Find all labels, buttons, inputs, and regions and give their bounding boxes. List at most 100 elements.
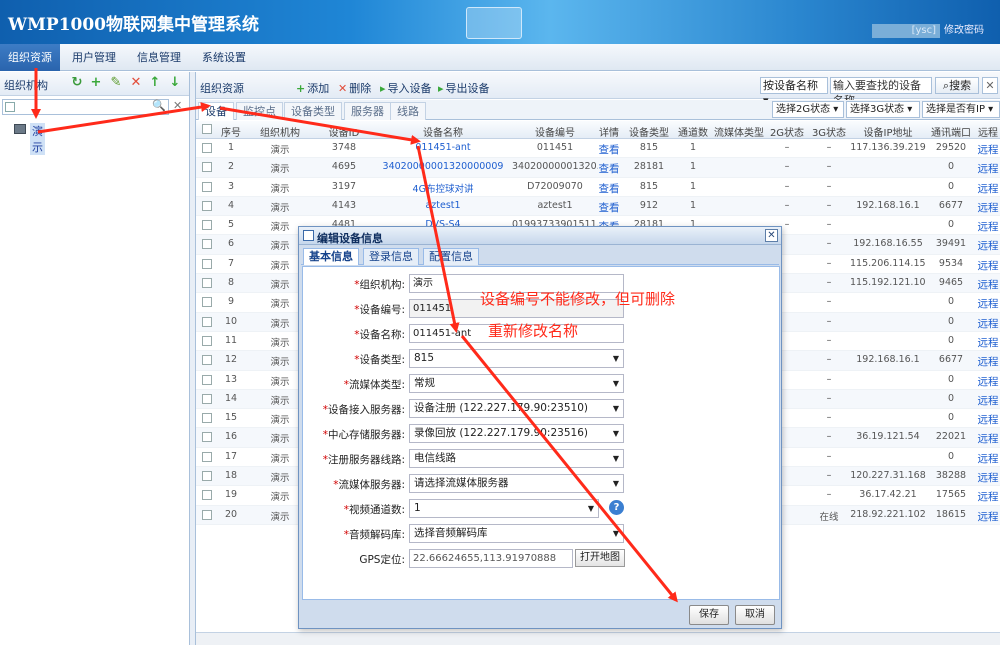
row-checkbox[interactable] xyxy=(202,432,212,443)
column-header[interactable]: 序号 xyxy=(218,124,244,139)
move-up-icon[interactable]: ↑ xyxy=(148,76,162,90)
add-device-button[interactable]: + 添加 xyxy=(296,80,329,96)
change-password-link[interactable]: 修改密码 xyxy=(944,24,984,38)
close-icon[interactable]: ✕ xyxy=(765,229,778,242)
move-down-icon[interactable]: ↓ xyxy=(168,76,182,90)
search-button[interactable]: ⌕搜索 xyxy=(935,77,979,94)
tab-device[interactable]: 设备 xyxy=(198,102,234,120)
cell-detail[interactable]: 查看 xyxy=(596,142,622,157)
import-device-button[interactable]: ▸ 导入设备 xyxy=(380,80,432,96)
export-device-button[interactable]: ▸ 导出设备 xyxy=(438,80,490,96)
cell-remote[interactable]: 远程 xyxy=(976,489,1000,504)
cell-detail[interactable]: 查看 xyxy=(596,161,622,176)
row-checkbox[interactable] xyxy=(202,258,212,269)
filter-has-ip[interactable]: 选择是否有IP ▾ xyxy=(922,101,1000,118)
cell-remote[interactable]: 远程 xyxy=(976,258,1000,273)
stream-type-select[interactable]: 常规 ▼ xyxy=(409,374,624,393)
table-row[interactable]: 1 演示 3748 011451-ant 011451 查看 815 1 – – 117.136.3… xyxy=(196,139,1000,159)
cell-remote[interactable]: 远程 xyxy=(976,470,1000,485)
nav-system-settings[interactable]: 系统设置 xyxy=(192,44,256,71)
cell-remote[interactable]: 远程 xyxy=(976,181,1000,196)
channels-select[interactable]: 1 ▼ xyxy=(409,499,599,518)
dialog-titlebar[interactable]: 编辑设备信息 ✕ xyxy=(299,227,781,245)
column-header[interactable]: 3G状态 xyxy=(808,124,850,139)
storage-server-select[interactable]: 录像回放 (122.227.179.90:23516) ▼ xyxy=(409,424,624,443)
tab-basic-info[interactable]: 基本信息 xyxy=(303,248,359,265)
cell-name[interactable]: 4G布控球对讲 xyxy=(374,181,512,195)
table-row[interactable]: 3 演示 3197 4G布控球对讲 D72009070 查看 815 1 – – 0 远程 xyxy=(196,178,1000,197)
nav-user-management[interactable]: 用户管理 xyxy=(62,44,126,71)
cell-name[interactable]: 011451-ant xyxy=(374,142,512,153)
clear-icon[interactable]: ✕ xyxy=(173,99,182,112)
tab-device-type[interactable]: 设备类型 xyxy=(284,102,342,120)
column-header[interactable]: 设备类型 xyxy=(624,124,674,139)
row-checkbox[interactable] xyxy=(202,490,212,501)
cell-remote[interactable]: 远程 xyxy=(976,277,1000,292)
row-checkbox[interactable] xyxy=(202,509,212,520)
cell-remote[interactable]: 远程 xyxy=(976,219,1000,234)
row-checkbox[interactable] xyxy=(202,374,212,385)
row-checkbox[interactable] xyxy=(202,181,212,192)
cell-remote[interactable]: 远程 xyxy=(976,238,1000,253)
row-checkbox[interactable] xyxy=(202,143,212,153)
cell-detail[interactable]: 查看 xyxy=(596,181,622,196)
reg-line-select[interactable]: 电信线路 ▼ xyxy=(409,449,624,468)
cell-remote[interactable]: 远程 xyxy=(976,161,1000,176)
tab-config-info[interactable]: 配置信息 xyxy=(423,248,479,265)
select-all-checkbox[interactable] xyxy=(202,124,212,134)
cell-remote[interactable]: 远程 xyxy=(976,142,1000,157)
refresh-icon[interactable]: ↻ xyxy=(70,76,84,90)
tab-monitor-point[interactable]: 监控点 xyxy=(236,102,283,120)
nav-info-management[interactable]: 信息管理 xyxy=(128,44,190,71)
search-field-select[interactable]: 按设备名称 ▾ xyxy=(760,77,828,107)
row-checkbox[interactable] xyxy=(202,393,212,404)
search-icon[interactable]: 🔍 xyxy=(152,99,166,112)
access-server-select[interactable]: 设备注册 (122.227.179.90:23510) ▼ xyxy=(409,399,624,418)
row-checkbox[interactable] xyxy=(202,278,212,289)
tab-login-info[interactable]: 登录信息 xyxy=(363,248,419,265)
cell-name[interactable]: aztest1 xyxy=(374,200,512,211)
add-icon[interactable]: + xyxy=(89,76,103,90)
open-map-button[interactable]: 打开地图 xyxy=(575,549,625,567)
column-header[interactable]: 组织机构 xyxy=(246,124,314,139)
row-checkbox[interactable] xyxy=(202,297,212,308)
cell-remote[interactable]: 远程 xyxy=(976,316,1000,331)
audio-codec-select[interactable]: 选择音频解码库 ▼ xyxy=(409,524,624,543)
cell-remote[interactable]: 远程 xyxy=(976,451,1000,466)
row-checkbox[interactable] xyxy=(202,200,212,211)
table-row[interactable]: 2 演示 4695 34020000001320000009 3402000000132… xyxy=(196,158,1000,178)
close-icon[interactable]: ✕ xyxy=(982,77,998,94)
column-header[interactable]: 设备名称 xyxy=(374,124,512,139)
cell-remote[interactable]: 远程 xyxy=(976,296,1000,311)
cell-remote[interactable]: 远程 xyxy=(976,412,1000,427)
column-header[interactable]: 设备编号 xyxy=(512,124,598,139)
delete-device-button[interactable]: ✕ 删除 xyxy=(338,80,371,96)
column-header[interactable]: 通讯端口 xyxy=(926,124,976,139)
cell-remote[interactable]: 远程 xyxy=(976,431,1000,446)
row-checkbox[interactable] xyxy=(202,451,212,462)
column-header[interactable]: 设备ID xyxy=(316,124,372,139)
column-header[interactable]: 通道数 xyxy=(674,124,712,139)
table-row[interactable]: 4 演示 4143 aztest1 aztest1 查看 912 1 – – 192.168.16.… xyxy=(196,196,1000,217)
cell-name[interactable]: 34020000001320000009 xyxy=(374,161,512,172)
cell-remote[interactable]: 远程 xyxy=(976,200,1000,215)
cell-detail[interactable]: 查看 xyxy=(596,200,622,215)
cancel-button[interactable]: 取消 xyxy=(735,605,775,625)
tab-server[interactable]: 服务器 xyxy=(344,102,391,120)
horizontal-scrollbar[interactable] xyxy=(196,632,1000,645)
column-header[interactable]: 流媒体类型 xyxy=(712,124,766,139)
filter-3g-status[interactable]: 选择3G状态 ▾ xyxy=(846,101,920,118)
column-header[interactable]: 设备IP地址 xyxy=(850,124,926,139)
tab-line[interactable]: 线路 xyxy=(390,102,426,120)
row-checkbox[interactable] xyxy=(202,471,212,482)
gps-field[interactable]: 22.66624655,113.91970888 xyxy=(409,549,573,568)
help-icon[interactable]: ? xyxy=(609,500,624,515)
row-checkbox[interactable] xyxy=(202,239,212,250)
row-checkbox[interactable] xyxy=(202,316,212,327)
stream-server-select[interactable]: 请选择流媒体服务器 ▼ xyxy=(409,474,624,493)
device-search-input[interactable]: 输入要查找的设备名称 xyxy=(830,77,932,107)
row-checkbox[interactable] xyxy=(202,162,212,173)
row-checkbox[interactable] xyxy=(202,335,212,346)
org-search-input[interactable] xyxy=(2,99,169,115)
filter-2g-status[interactable]: 选择2G状态 ▾ xyxy=(772,101,844,118)
